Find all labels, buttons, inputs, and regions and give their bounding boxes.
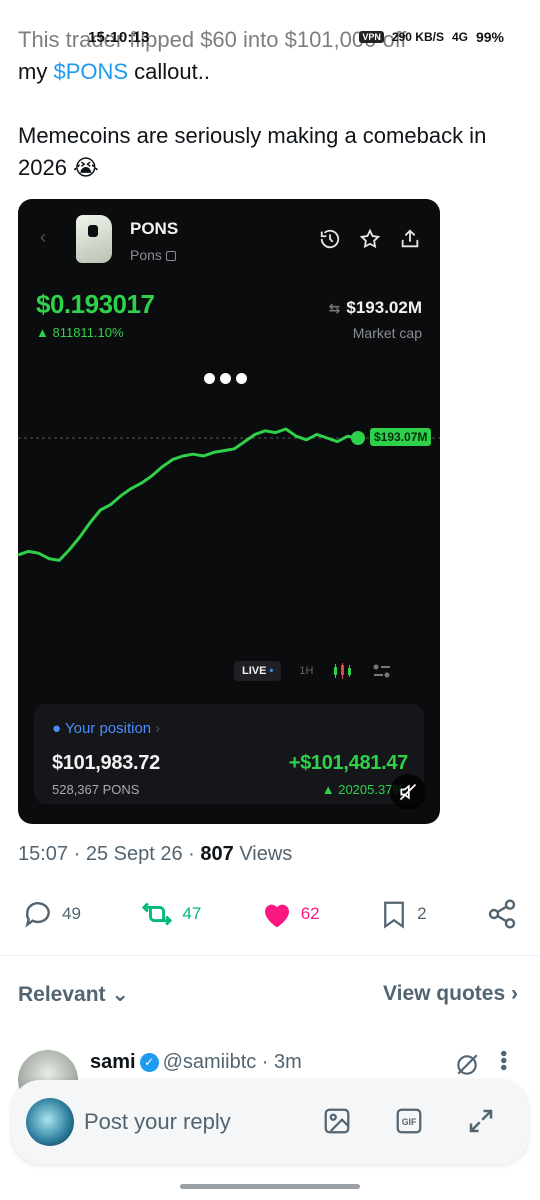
reply-handle: @samiibtc — [162, 1051, 257, 1073]
live-toggle[interactable]: LIVE • — [234, 661, 282, 681]
chart-settings-icon[interactable] — [371, 661, 393, 681]
position-pnl: +$101,481.47 — [288, 752, 409, 774]
bookmark-count: 2 — [417, 904, 427, 923]
battery-level: 99% — [475, 29, 504, 45]
chart-controls: LIVE • 1H — [234, 661, 393, 681]
reply-time: 3m — [274, 1051, 302, 1073]
reply-count: 49 — [62, 904, 81, 923]
share-button[interactable] — [486, 898, 518, 930]
last-value-tag: $193.07M — [370, 428, 432, 446]
repost-icon — [142, 902, 173, 926]
token-name: PONS — [130, 219, 179, 238]
history-icon — [318, 227, 342, 251]
views-count: 807 — [200, 843, 234, 865]
status-indicators: VPN 290 KB/S 4G 99% — [359, 29, 504, 45]
tweet-line-2: my $PONS callout.. — [18, 56, 523, 88]
vpn-badge: VPN — [359, 31, 384, 43]
view-quotes-label: View quotes — [383, 982, 506, 1005]
token-sub-label: Pons — [130, 247, 162, 263]
market-cap-label: Market cap — [352, 325, 422, 341]
share-nodes-icon — [488, 899, 516, 929]
price-change: ▲ 811811.10% — [36, 325, 124, 340]
reply-input[interactable]: Post your reply — [84, 1109, 231, 1135]
gif-icon[interactable]: GIF — [394, 1106, 424, 1136]
tweet-actions: 49 47 62 2 — [22, 898, 518, 930]
repost-count: 47 — [182, 904, 202, 923]
live-label: LIVE — [242, 665, 267, 677]
divider — [0, 955, 540, 956]
tweet-paragraph-2: Memecoins are seriously making a comebac… — [18, 123, 487, 180]
mute-icon — [399, 783, 417, 801]
back-chevron-icon: ‹ — [40, 227, 46, 247]
sort-label: Relevant — [18, 983, 106, 1006]
bookmark-button[interactable]: 2 — [379, 898, 427, 930]
chevron-down-icon: ⌄ — [111, 983, 129, 1006]
chevron-right-icon: › — [511, 982, 518, 1005]
status-time: 15:10:13 — [88, 28, 150, 46]
repost-button[interactable]: 47 — [140, 898, 201, 930]
mute-button[interactable] — [390, 774, 426, 810]
tweet-meta: 15:07 · 25 Sept 26 · 807 Views — [18, 843, 293, 865]
gif-label: GIF — [402, 1117, 417, 1127]
grok-icon[interactable] — [454, 1052, 480, 1083]
tweet-text: This trader flipped $60 into $101,000 of… — [18, 24, 523, 184]
bookmark-icon — [384, 901, 404, 929]
tweet-line-2-prefix: my — [18, 59, 54, 84]
copy-icon — [165, 251, 176, 262]
tweet-line-2-suffix: callout.. — [128, 59, 210, 84]
view-quotes-link[interactable]: View quotes › — [383, 982, 518, 1006]
sort-relevant-dropdown[interactable]: Relevant ⌄ — [18, 982, 129, 1007]
like-button[interactable]: 62 — [261, 899, 320, 929]
candlestick-icon[interactable] — [331, 661, 353, 681]
token-subtitle: Pons — [130, 247, 176, 263]
position-title: ● Your position › — [52, 720, 161, 737]
net-speed: 290 KB/S — [391, 30, 444, 44]
token-logo — [76, 215, 112, 263]
last-point — [351, 431, 365, 445]
views-label: Views — [239, 843, 293, 865]
home-indicator — [180, 1184, 360, 1189]
position-panel[interactable]: ● Your position › $101,983.72 528,367 PON… — [34, 704, 424, 804]
swap-icon: ⇆ — [328, 300, 341, 316]
heart-icon — [264, 904, 289, 928]
price-line — [18, 427, 359, 562]
reply-author[interactable]: sami ✓ @samiibtc · 3m — [90, 1051, 302, 1074]
image-icon[interactable] — [322, 1106, 352, 1136]
market-cap: ⇆ $193.02M — [329, 298, 422, 318]
reply-composer[interactable]: Post your reply GIF — [12, 1080, 528, 1164]
reply-handle-time: @samiibtc · 3m — [162, 1051, 302, 1073]
like-count: 62 — [300, 904, 320, 923]
composer-tools: GIF — [322, 1106, 496, 1136]
user-avatar — [26, 1098, 74, 1146]
star-icon — [358, 227, 382, 251]
tweet-time: 15:07 — [18, 843, 69, 865]
more-options-icon[interactable]: ••• — [491, 1050, 514, 1071]
position-title-label: Your position — [64, 720, 152, 737]
signal-indicator: 4G — [451, 30, 468, 44]
more-dots-icon — [204, 373, 247, 384]
position-quantity: 528,367 PONS — [52, 782, 140, 797]
media-card[interactable]: ‹ PONS Pons $0.193017 ▲ 811811.10% ⇆ $193… — [18, 199, 440, 824]
cashtag-link[interactable]: $PONS — [53, 59, 128, 84]
reply-button[interactable]: 49 — [22, 898, 81, 930]
status-bar: 15:10:13 VPN 290 KB/S 4G 99% — [88, 26, 504, 48]
token-price: $0.193017 — [36, 289, 155, 319]
share-icon — [398, 227, 422, 251]
reply-author-name: sami — [90, 1051, 136, 1073]
verified-icon: ✓ — [139, 1053, 159, 1072]
position-value: $101,983.72 — [52, 752, 160, 774]
reply-icon — [25, 902, 50, 928]
market-cap-value: $193.02M — [346, 298, 422, 317]
expand-icon[interactable] — [466, 1106, 496, 1136]
tweet-date: 25 Sept 26 — [85, 843, 183, 865]
timeframe-1h[interactable]: 1H — [299, 665, 313, 677]
card-actions — [318, 227, 422, 251]
